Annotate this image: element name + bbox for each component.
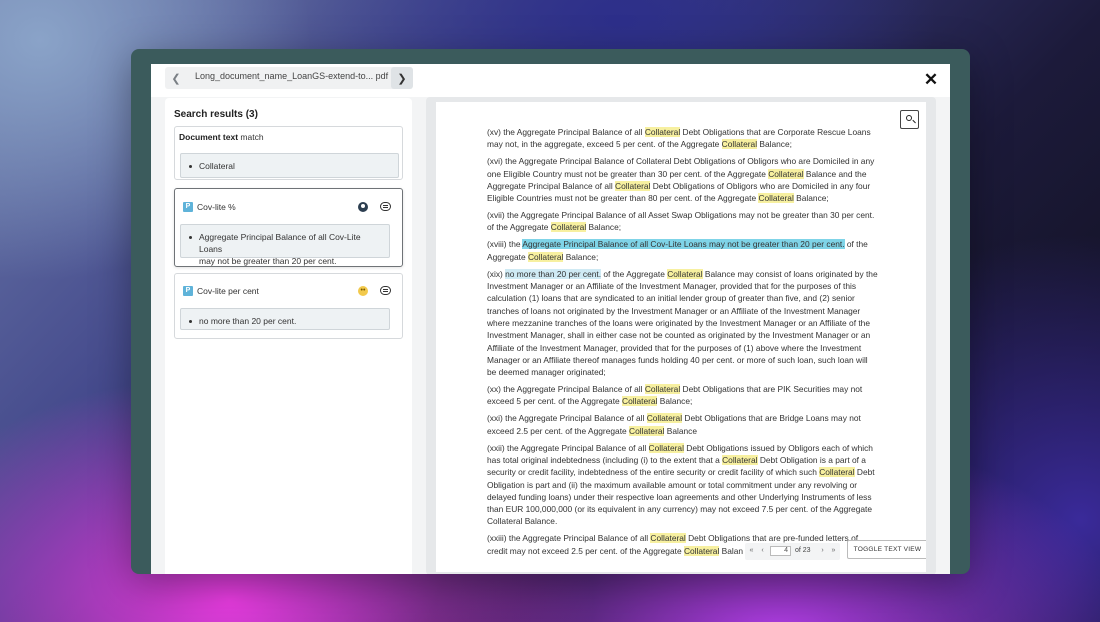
result-kind-label: Document text <box>179 132 239 142</box>
doc-paragraph: (xix) no more than 20 per cent. of the A… <box>487 268 878 378</box>
p-badge-icon: P <box>183 202 193 212</box>
page-count: of 23 <box>795 547 811 554</box>
page-number-input[interactable]: 4 <box>770 546 791 556</box>
page-navigator: « ‹ 4 of 23 › » <box>745 543 840 560</box>
result-title: Cov-lite per cent <box>197 286 259 296</box>
document-page: (xv) the Aggregate Principal Balance of … <box>436 102 926 572</box>
search-results-panel: Search results (3) Document text match C… <box>165 98 412 574</box>
doc-paragraph: (xvi) the Aggregate Principal Balance of… <box>487 156 875 204</box>
modal-content: ❮ Long_document_name_LoanGS-extend-to...… <box>151 64 950 574</box>
result-snippet: no more than 20 per cent. <box>180 308 390 330</box>
doc-paragraph: (xviii) the Aggregate Principal Balance … <box>487 239 868 262</box>
search-result-document-text[interactable]: Document text match Collateral <box>174 126 403 180</box>
user-icon[interactable] <box>358 202 368 212</box>
doc-paragraph: (xv) the Aggregate Principal Balance of … <box>487 127 871 150</box>
document-name: Long_document_name_LoanGS-extend-to... p… <box>195 71 389 81</box>
close-icon[interactable]: ✕ <box>921 70 941 90</box>
first-page-icon[interactable]: « <box>747 546 756 555</box>
toggle-text-view-button[interactable]: TOGGLE TEXT VIEW <box>847 540 926 559</box>
result-title: Cov-lite % <box>197 202 236 212</box>
top-bar: ❮ Long_document_name_LoanGS-extend-to...… <box>151 64 950 97</box>
result-snippet-text: no more than 20 per cent. <box>199 316 297 326</box>
result-snippet: Collateral <box>180 153 399 178</box>
document-tab-navigator: ❮ Long_document_name_LoanGS-extend-to...… <box>165 67 413 89</box>
search-result-cov-lite-percent[interactable]: P Cov-lite % Aggregate Principal Balance… <box>174 188 403 267</box>
doc-paragraph: (xxii) the Aggregate Principal Balance o… <box>487 442 875 527</box>
chevron-left-icon[interactable]: ❮ <box>165 67 187 89</box>
result-snippet-text: Collateral <box>199 161 235 171</box>
document-viewer: (xv) the Aggregate Principal Balance of … <box>426 97 936 574</box>
chevron-right-icon[interactable]: ❯ <box>391 67 413 89</box>
prev-page-icon[interactable]: ‹ <box>758 546 767 555</box>
doc-paragraph: (xvii) the Aggregate Principal Balance o… <box>487 210 875 233</box>
secondary-highlight[interactable]: no more than 20 per cent. <box>505 268 602 279</box>
doc-paragraph: (xx) the Aggregate Principal Balance of … <box>487 384 863 407</box>
doc-paragraph: (xxi) the Aggregate Principal Balance of… <box>487 413 861 436</box>
modal-window: ❮ Long_document_name_LoanGS-extend-to...… <box>131 49 970 574</box>
result-heading: Document text match <box>179 132 264 142</box>
result-snippet-line: Aggregate Principal Balance of all Cov-L… <box>199 232 361 254</box>
next-page-icon[interactable]: › <box>818 546 827 555</box>
search-icon[interactable] <box>900 110 919 129</box>
search-result-cov-lite-per-cent[interactable]: P Cov-lite per cent •• no more than 20 p… <box>174 273 403 339</box>
result-snippet-line: may not be greater than 20 per cent. <box>199 256 337 266</box>
document-text: (xv) the Aggregate Principal Balance of … <box>487 126 879 562</box>
selected-highlight[interactable]: Aggregate Principal Balance of all Cov-L… <box>522 239 845 250</box>
comment-icon[interactable] <box>380 286 391 295</box>
smiley-face-icon[interactable]: •• <box>358 286 368 296</box>
result-snippet: Aggregate Principal Balance of all Cov-L… <box>180 224 390 266</box>
last-page-icon[interactable]: » <box>829 546 838 555</box>
result-match-label: match <box>240 132 264 142</box>
search-results-title: Search results (3) <box>174 109 258 120</box>
p-badge-icon: P <box>183 286 193 296</box>
comment-icon[interactable] <box>380 202 391 211</box>
